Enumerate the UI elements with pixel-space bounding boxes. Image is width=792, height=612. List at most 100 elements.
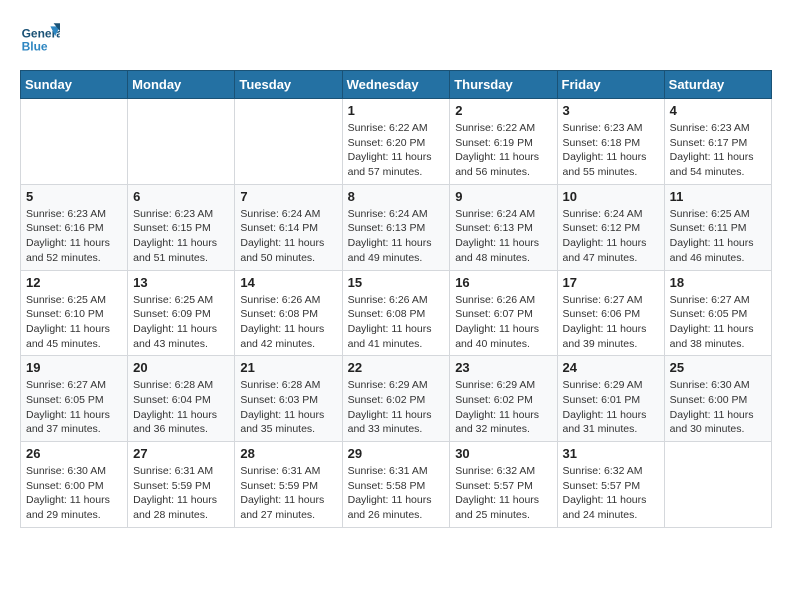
day-number: 9 — [455, 189, 551, 204]
calendar-cell: 24 Sunrise: 6:29 AM Sunset: 6:01 PM Dayli… — [557, 356, 664, 442]
day-info: Sunrise: 6:22 AM Sunset: 6:20 PM Dayligh… — [348, 121, 445, 180]
calendar-table: SundayMondayTuesdayWednesdayThursdayFrid… — [20, 70, 772, 528]
calendar-cell: 19 Sunrise: 6:27 AM Sunset: 6:05 PM Dayli… — [21, 356, 128, 442]
day-info: Sunrise: 6:26 AM Sunset: 6:08 PM Dayligh… — [240, 293, 336, 352]
calendar-week-row: 5Sunrise: 6:23 AM Sunset: 6:16 PM Daylig… — [21, 184, 772, 270]
day-number: 18 — [670, 275, 766, 290]
calendar-cell: 15Sunrise: 6:26 AM Sunset: 6:08 PM Dayli… — [342, 270, 450, 356]
day-of-week-header: Thursday — [450, 71, 557, 99]
day-number: 25 — [670, 360, 766, 375]
calendar-cell: 22Sunrise: 6:29 AM Sunset: 6:02 PM Dayli… — [342, 356, 450, 442]
calendar-cell: 8 Sunrise: 6:24 AM Sunset: 6:13 PM Daylig… — [342, 184, 450, 270]
day-number: 13 — [133, 275, 229, 290]
day-number: 24 — [563, 360, 659, 375]
calendar-cell: 11 Sunrise: 6:25 AM Sunset: 6:11 PM Dayli… — [664, 184, 771, 270]
calendar-cell: 14 Sunrise: 6:26 AM Sunset: 6:08 PM Dayli… — [235, 270, 342, 356]
day-info: Sunrise: 6:23 AM Sunset: 6:15 PM Dayligh… — [133, 207, 229, 266]
calendar-week-row: 19 Sunrise: 6:27 AM Sunset: 6:05 PM Dayli… — [21, 356, 772, 442]
day-number: 17 — [563, 275, 659, 290]
calendar-cell: 10 Sunrise: 6:24 AM Sunset: 6:12 PM Dayli… — [557, 184, 664, 270]
calendar-cell: 31Sunrise: 6:32 AM Sunset: 5:57 PM Dayli… — [557, 442, 664, 528]
day-info: Sunrise: 6:26 AM Sunset: 6:07 PM Dayligh… — [455, 293, 551, 352]
calendar-cell — [21, 99, 128, 185]
day-number: 1 — [348, 103, 445, 118]
day-info: Sunrise: 6:24 AM Sunset: 6:12 PM Dayligh… — [563, 207, 659, 266]
day-number: 4 — [670, 103, 766, 118]
day-info: Sunrise: 6:24 AM Sunset: 6:14 PM Dayligh… — [240, 207, 336, 266]
calendar-cell: 26 Sunrise: 6:30 AM Sunset: 6:00 PM Dayli… — [21, 442, 128, 528]
day-info: Sunrise: 6:30 AM Sunset: 6:00 PM Dayligh… — [670, 378, 766, 437]
calendar-cell: 25 Sunrise: 6:30 AM Sunset: 6:00 PM Dayli… — [664, 356, 771, 442]
calendar-week-row: 12Sunrise: 6:25 AM Sunset: 6:10 PM Dayli… — [21, 270, 772, 356]
svg-text:Blue: Blue — [22, 39, 48, 53]
calendar-cell — [664, 442, 771, 528]
day-number: 19 — [26, 360, 122, 375]
calendar-cell: 29 Sunrise: 6:31 AM Sunset: 5:58 PM Dayli… — [342, 442, 450, 528]
calendar-cell: 2Sunrise: 6:22 AM Sunset: 6:19 PM Daylig… — [450, 99, 557, 185]
day-info: Sunrise: 6:24 AM Sunset: 6:13 PM Dayligh… — [455, 207, 551, 266]
calendar-cell: 27 Sunrise: 6:31 AM Sunset: 5:59 PM Dayli… — [128, 442, 235, 528]
day-number: 14 — [240, 275, 336, 290]
calendar-cell: 12Sunrise: 6:25 AM Sunset: 6:10 PM Dayli… — [21, 270, 128, 356]
day-number: 27 — [133, 446, 229, 461]
day-info: Sunrise: 6:27 AM Sunset: 6:05 PM Dayligh… — [26, 378, 122, 437]
calendar-cell: 28Sunrise: 6:31 AM Sunset: 5:59 PM Dayli… — [235, 442, 342, 528]
day-info: Sunrise: 6:23 AM Sunset: 6:18 PM Dayligh… — [563, 121, 659, 180]
day-info: Sunrise: 6:25 AM Sunset: 6:10 PM Dayligh… — [26, 293, 122, 352]
day-number: 31 — [563, 446, 659, 461]
day-info: Sunrise: 6:32 AM Sunset: 5:57 PM Dayligh… — [455, 464, 551, 523]
calendar-cell: 4 Sunrise: 6:23 AM Sunset: 6:17 PM Daylig… — [664, 99, 771, 185]
day-info: Sunrise: 6:29 AM Sunset: 6:01 PM Dayligh… — [563, 378, 659, 437]
day-number: 5 — [26, 189, 122, 204]
calendar-cell: 6 Sunrise: 6:23 AM Sunset: 6:15 PM Daylig… — [128, 184, 235, 270]
day-of-week-header: Tuesday — [235, 71, 342, 99]
calendar-cell: 30 Sunrise: 6:32 AM Sunset: 5:57 PM Dayli… — [450, 442, 557, 528]
calendar-cell: 23 Sunrise: 6:29 AM Sunset: 6:02 PM Dayli… — [450, 356, 557, 442]
day-info: Sunrise: 6:25 AM Sunset: 6:09 PM Dayligh… — [133, 293, 229, 352]
calendar-cell — [128, 99, 235, 185]
day-number: 8 — [348, 189, 445, 204]
calendar-cell: 3 Sunrise: 6:23 AM Sunset: 6:18 PM Daylig… — [557, 99, 664, 185]
calendar-cell: 17 Sunrise: 6:27 AM Sunset: 6:06 PM Dayli… — [557, 270, 664, 356]
day-info: Sunrise: 6:30 AM Sunset: 6:00 PM Dayligh… — [26, 464, 122, 523]
day-number: 15 — [348, 275, 445, 290]
page-header: General Blue — [20, 20, 772, 60]
calendar-header-row: SundayMondayTuesdayWednesdayThursdayFrid… — [21, 71, 772, 99]
logo: General Blue — [20, 20, 60, 60]
day-info: Sunrise: 6:27 AM Sunset: 6:06 PM Dayligh… — [563, 293, 659, 352]
day-number: 21 — [240, 360, 336, 375]
day-info: Sunrise: 6:31 AM Sunset: 5:58 PM Dayligh… — [348, 464, 445, 523]
calendar-cell: 7 Sunrise: 6:24 AM Sunset: 6:14 PM Daylig… — [235, 184, 342, 270]
day-info: Sunrise: 6:28 AM Sunset: 6:03 PM Dayligh… — [240, 378, 336, 437]
day-info: Sunrise: 6:28 AM Sunset: 6:04 PM Dayligh… — [133, 378, 229, 437]
day-info: Sunrise: 6:31 AM Sunset: 5:59 PM Dayligh… — [133, 464, 229, 523]
day-number: 20 — [133, 360, 229, 375]
calendar-cell: 5Sunrise: 6:23 AM Sunset: 6:16 PM Daylig… — [21, 184, 128, 270]
day-number: 3 — [563, 103, 659, 118]
calendar-cell: 9 Sunrise: 6:24 AM Sunset: 6:13 PM Daylig… — [450, 184, 557, 270]
day-number: 7 — [240, 189, 336, 204]
day-number: 22 — [348, 360, 445, 375]
day-info: Sunrise: 6:23 AM Sunset: 6:17 PM Dayligh… — [670, 121, 766, 180]
calendar-cell: 20 Sunrise: 6:28 AM Sunset: 6:04 PM Dayli… — [128, 356, 235, 442]
day-info: Sunrise: 6:31 AM Sunset: 5:59 PM Dayligh… — [240, 464, 336, 523]
day-number: 10 — [563, 189, 659, 204]
day-number: 23 — [455, 360, 551, 375]
calendar-week-row: 26 Sunrise: 6:30 AM Sunset: 6:00 PM Dayli… — [21, 442, 772, 528]
day-of-week-header: Monday — [128, 71, 235, 99]
day-number: 11 — [670, 189, 766, 204]
calendar-cell: 13 Sunrise: 6:25 AM Sunset: 6:09 PM Dayli… — [128, 270, 235, 356]
calendar-cell — [235, 99, 342, 185]
day-number: 16 — [455, 275, 551, 290]
day-number: 6 — [133, 189, 229, 204]
day-number: 26 — [26, 446, 122, 461]
day-number: 29 — [348, 446, 445, 461]
logo-icon: General Blue — [20, 20, 60, 60]
day-number: 30 — [455, 446, 551, 461]
day-info: Sunrise: 6:29 AM Sunset: 6:02 PM Dayligh… — [455, 378, 551, 437]
calendar-cell: 1 Sunrise: 6:22 AM Sunset: 6:20 PM Daylig… — [342, 99, 450, 185]
calendar-cell: 16 Sunrise: 6:26 AM Sunset: 6:07 PM Dayli… — [450, 270, 557, 356]
day-info: Sunrise: 6:25 AM Sunset: 6:11 PM Dayligh… — [670, 207, 766, 266]
calendar-cell: 18Sunrise: 6:27 AM Sunset: 6:05 PM Dayli… — [664, 270, 771, 356]
day-info: Sunrise: 6:24 AM Sunset: 6:13 PM Dayligh… — [348, 207, 445, 266]
